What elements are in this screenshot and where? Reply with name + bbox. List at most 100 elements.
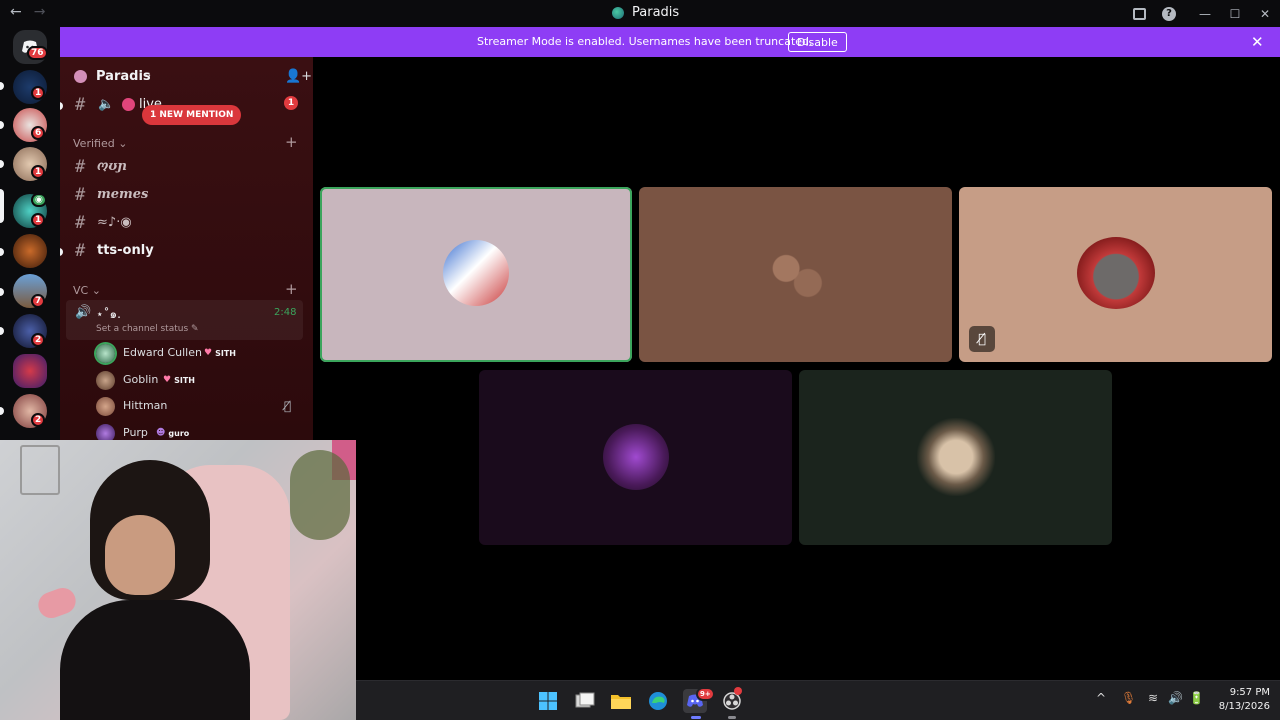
voice-member[interactable]: Hittman 🎙̸: [96, 396, 306, 418]
disable-button[interactable]: Disable: [788, 32, 847, 52]
avatar: [443, 240, 509, 306]
participant-tile[interactable]: [799, 370, 1112, 545]
voice-member[interactable]: Purp ☻ guro: [96, 423, 306, 440]
speaker-icon: 🔊: [75, 305, 92, 320]
file-explorer-button[interactable]: [609, 689, 633, 713]
guild-icon-8[interactable]: [13, 354, 47, 388]
voice-member[interactable]: Edward Cullen ♥ SITH: [96, 343, 306, 365]
selected-pip: [0, 189, 4, 223]
close-window-button[interactable]: ✕: [1250, 0, 1280, 27]
channel-name: tts-only: [97, 243, 154, 258]
invite-people-icon[interactable]: 👤+: [285, 69, 312, 84]
nav-buttons: ← →: [10, 4, 45, 20]
member-tag: ♥ SITH: [163, 375, 195, 385]
server-header[interactable]: Paradis ⌄ 👤+: [60, 57, 313, 97]
member-tag: ☻ guro: [156, 428, 190, 438]
close-icon[interactable]: ✕: [1251, 33, 1264, 51]
edge-browser-button[interactable]: [646, 689, 670, 713]
channel-name: memes: [97, 187, 149, 202]
new-mention-pill[interactable]: 1 NEW MENTION: [142, 105, 242, 125]
back-arrow-icon[interactable]: ←: [10, 4, 22, 20]
add-channel-icon[interactable]: +: [285, 280, 298, 298]
text-channel-icon: #: [75, 241, 86, 261]
person-face: [105, 515, 175, 595]
plant: [290, 450, 350, 540]
guild-icon-5[interactable]: [13, 234, 47, 268]
category-label: VC ⌄: [73, 284, 101, 297]
channel-item[interactable]: # memes: [60, 183, 313, 209]
guild-badge-3: 1: [31, 165, 46, 179]
guild-badge-7: 2: [31, 333, 46, 347]
system-clock[interactable]: 9:57 PM 8/13/2026: [1218, 686, 1270, 714]
speaker-icon: 🔈: [98, 97, 115, 112]
avatar: [917, 418, 995, 496]
voice-elapsed-time: 2:48: [274, 307, 297, 318]
unread-pip: [0, 407, 4, 415]
wall-frame: [20, 445, 60, 495]
channel-sidebar: Paradis ⌄ 👤+ # 🔈 live 1 1 NEW MENTION Ve…: [60, 57, 313, 440]
text-channel-icon: #: [75, 95, 86, 115]
live-dot-icon: [122, 98, 135, 111]
recording-dot-icon: [734, 687, 742, 695]
guild-badge-2: 6: [31, 126, 46, 140]
unread-pip: [0, 288, 4, 296]
mention-count-badge: 1: [284, 96, 298, 110]
muted-mic-icon: 🎙̸: [969, 326, 995, 352]
ghost-icon: ☻: [156, 428, 166, 438]
member-name: Goblin: [123, 373, 159, 386]
avatar: [96, 371, 115, 390]
chevron-down-icon: ⌄: [144, 69, 153, 80]
home-unread-badge: 76: [27, 46, 48, 60]
participant-tile[interactable]: 🎙̸: [959, 187, 1272, 362]
participant-tile[interactable]: [639, 187, 952, 362]
banner-text: Streamer Mode is enabled. Usernames have…: [477, 35, 813, 48]
window-controls: ? — ☐ ✕: [1124, 0, 1280, 27]
set-channel-status[interactable]: Set a channel status ✎: [96, 324, 199, 334]
muted-mic-icon: 🎙̸: [284, 399, 292, 413]
forward-arrow-icon[interactable]: →: [34, 4, 46, 20]
text-channel-icon: #: [75, 185, 86, 205]
maximize-button[interactable]: ☐: [1220, 0, 1250, 27]
category-verified[interactable]: Verified ⌄ +: [60, 133, 313, 153]
avatar: [96, 344, 115, 363]
text-channel-icon: #: [75, 157, 86, 177]
server-icon: [74, 70, 87, 83]
task-view-icon: [575, 692, 595, 708]
wifi-icon[interactable]: ≋: [1148, 691, 1158, 705]
unread-pip: [0, 121, 4, 129]
voice-member[interactable]: Goblin ♥ SITH: [96, 370, 306, 392]
channel-item[interactable]: # ≈♪·◉: [60, 211, 313, 237]
microphone: [34, 584, 80, 622]
channel-item[interactable]: # tts-only: [60, 239, 313, 265]
unread-pip: [60, 248, 63, 256]
microphone-icon[interactable]: 🎙: [1121, 691, 1136, 705]
guild-badge-4: 1: [31, 213, 46, 227]
clock-date: 8/13/2026: [1218, 701, 1270, 712]
server-name: Paradis: [96, 69, 151, 84]
streamer-mode-banner: Streamer Mode is enabled. Usernames have…: [60, 27, 1280, 57]
tray-chevron-icon[interactable]: ^: [1096, 691, 1106, 705]
voice-channel[interactable]: 🔊 ⋆˚๑. 2:48 Set a channel status ✎: [66, 300, 303, 340]
volume-icon[interactable]: 🔊: [1168, 691, 1183, 705]
minimize-button[interactable]: —: [1190, 0, 1220, 27]
guild-badge-1: 1: [31, 86, 46, 100]
participant-tile[interactable]: [320, 187, 632, 362]
task-view-button[interactable]: [573, 689, 597, 713]
active-indicator: [691, 716, 701, 719]
folder-icon: [611, 695, 631, 709]
voice-channel-name: ⋆˚๑.: [96, 307, 121, 321]
server-logo-icon: [612, 6, 624, 19]
clock-time: 9:57 PM: [1229, 687, 1270, 698]
help-icon[interactable]: ?: [1154, 0, 1184, 27]
participant-tile[interactable]: [479, 370, 792, 545]
taskbar: 9+ ^ 🎙 ≋ 🔊 🔋 9:57 PM 8/13/2026: [356, 680, 1280, 720]
unread-pip: [60, 102, 63, 110]
category-vc[interactable]: VC ⌄ +: [60, 280, 313, 300]
battery-icon[interactable]: 🔋: [1189, 691, 1204, 705]
add-channel-icon[interactable]: +: [285, 133, 298, 151]
channel-item[interactable]: # ოʊɲ: [60, 155, 313, 181]
text-channel-icon: #: [75, 213, 86, 233]
start-button[interactable]: [536, 689, 560, 713]
avatar: [96, 424, 115, 440]
inbox-icon[interactable]: [1124, 0, 1154, 27]
